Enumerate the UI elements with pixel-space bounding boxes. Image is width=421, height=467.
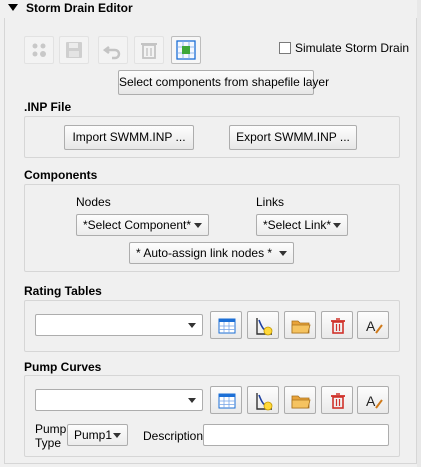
- pump-type-label-line2: Type: [35, 436, 62, 450]
- folder-icon: [291, 395, 311, 409]
- pump-type-value: Pump1: [74, 428, 113, 442]
- chevron-down-icon: [188, 323, 196, 328]
- chevron-down-icon: [279, 251, 287, 256]
- pump-curve-combo[interactable]: [35, 389, 203, 411]
- chevron-down-icon: [113, 433, 121, 438]
- rating-table-open-table-button[interactable]: [210, 311, 242, 339]
- auto-assign-value: * Auto-assign link nodes *: [136, 246, 273, 260]
- delete-icon: [141, 43, 157, 59]
- links-combo[interactable]: *Select Link*: [256, 214, 348, 236]
- table-icon: [218, 393, 236, 409]
- panel-title: Storm Drain Editor: [26, 1, 133, 15]
- description-input[interactable]: [203, 424, 389, 446]
- components-section-title: Components: [24, 168, 98, 182]
- pump-type-label-line1: Pump: [35, 422, 67, 436]
- rating-table-combo[interactable]: [35, 314, 203, 336]
- simulate-label[interactable]: Simulate Storm Drain: [295, 41, 409, 55]
- svg-text:A: A: [366, 318, 376, 334]
- table-icon: [218, 318, 236, 334]
- simulate-checkbox[interactable]: [279, 42, 291, 54]
- rating-table-delete-button[interactable]: [321, 311, 353, 339]
- rating-table-add-curve-button[interactable]: [247, 311, 279, 339]
- links-combo-value: *Select Link*: [263, 218, 332, 232]
- import-inp-button[interactable]: Import SWMM.INP ...: [64, 125, 194, 150]
- delete-button[interactable]: [134, 36, 164, 64]
- export-inp-button[interactable]: Export SWMM.INP ...: [229, 125, 357, 150]
- add-curve-icon: [256, 393, 273, 411]
- delete-icon: [331, 318, 345, 334]
- pump-curve-add-curve-button[interactable]: [247, 386, 279, 414]
- nodes-combo[interactable]: *Select Component*: [76, 214, 209, 236]
- add-curve-icon: [256, 318, 273, 336]
- pump-curve-delete-button[interactable]: [321, 386, 353, 414]
- rename-icon: A: [366, 318, 383, 334]
- nodes-label: Nodes: [76, 195, 111, 209]
- links-label: Links: [256, 195, 285, 209]
- panel-header[interactable]: Storm Drain Editor: [0, 0, 421, 18]
- pump-curves-section-title: Pump Curves: [24, 360, 102, 374]
- scrollbar-track[interactable]: [417, 0, 421, 467]
- grid-select-icon: [176, 40, 196, 60]
- pump-type-combo[interactable]: Pump1: [67, 424, 128, 446]
- nodes-combo-value: *Select Component*: [83, 218, 192, 232]
- pump-curve-open-folder-button[interactable]: [284, 386, 316, 414]
- folder-icon: [291, 320, 311, 334]
- grid-select-button[interactable]: [171, 36, 201, 64]
- nodes-button[interactable]: [24, 36, 54, 64]
- nodes-icon: [32, 43, 46, 57]
- chevron-down-icon: [333, 223, 341, 228]
- rating-table-open-folder-button[interactable]: [284, 311, 316, 339]
- description-label: Description: [143, 429, 204, 443]
- auto-assign-combo[interactable]: * Auto-assign link nodes *: [129, 242, 294, 264]
- undo-button[interactable]: [98, 36, 128, 64]
- save-button[interactable]: [59, 36, 89, 64]
- svg-text:A: A: [366, 393, 376, 409]
- rating-table-rename-button[interactable]: A: [357, 311, 389, 339]
- pump-curve-rename-button[interactable]: A: [357, 386, 389, 414]
- select-components-button[interactable]: Select components from shapefile layer: [118, 70, 329, 95]
- save-icon: [66, 42, 82, 58]
- inp-section-title: .INP File: [24, 100, 72, 114]
- chevron-down-icon: [188, 398, 196, 403]
- rating-tables-section-title: Rating Tables: [24, 284, 102, 298]
- undo-icon: [103, 46, 121, 60]
- collapse-arrow-icon[interactable]: [8, 4, 18, 11]
- chevron-down-icon: [194, 223, 202, 228]
- delete-icon: [331, 393, 345, 409]
- pump-curve-open-table-button[interactable]: [210, 386, 242, 414]
- rename-icon: A: [366, 393, 383, 409]
